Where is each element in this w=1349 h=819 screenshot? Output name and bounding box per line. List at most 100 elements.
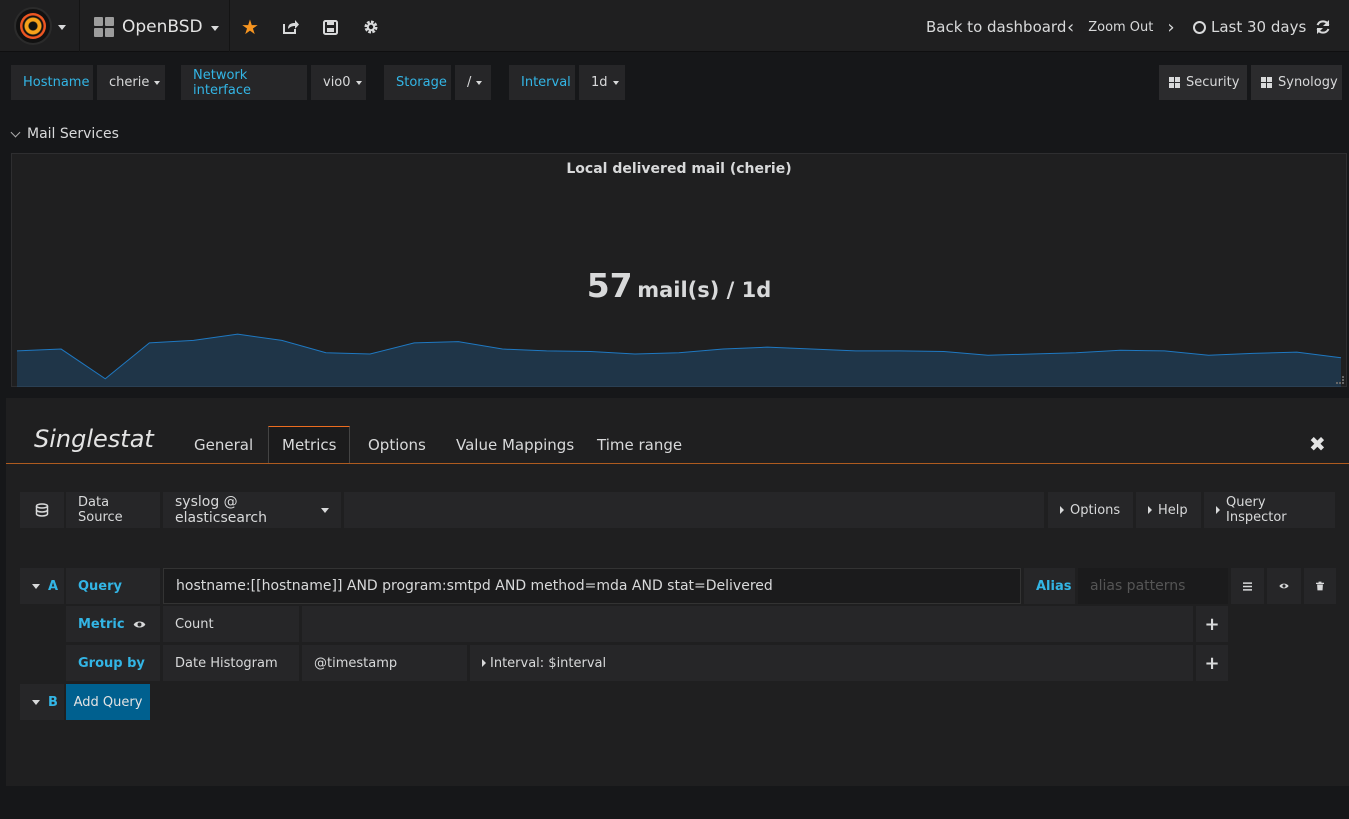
stat-value: 57 mail(s) / 1d — [12, 266, 1346, 305]
var-value: cherie — [109, 75, 150, 90]
var-label-hostname: Hostname — [11, 65, 93, 100]
settings-gear-icon[interactable] — [363, 13, 379, 41]
chevron-down-icon — [210, 26, 219, 31]
var-select-hostname[interactable]: cherie — [97, 65, 165, 100]
var-label-network-interface: Network interface — [181, 65, 307, 100]
group-by-label: Group by — [66, 645, 160, 681]
tab-metrics[interactable]: Metrics — [268, 426, 351, 464]
sparkline-area — [17, 334, 1341, 387]
help-toggle-button[interactable]: Help — [1136, 492, 1201, 528]
chevron-down-icon — [321, 507, 329, 513]
data-source-value: syslog @ elasticsearch — [175, 494, 267, 526]
alias-label: Alias — [1024, 568, 1075, 604]
chevron-down-icon[interactable] — [58, 25, 66, 30]
query-label: Query — [66, 568, 160, 604]
top-navbar: OpenBSD ★ Back to dashboard ‹ Zoom Out ›… — [0, 0, 1349, 52]
clock-icon — [1193, 20, 1206, 34]
var-label-storage: Storage — [384, 65, 451, 100]
metric-label: Metric — [78, 616, 125, 632]
dashboard-picker[interactable]: OpenBSD — [94, 14, 219, 40]
zoom-out-button[interactable]: Zoom Out — [1088, 20, 1153, 35]
dashboard-tiles-icon — [1169, 77, 1180, 88]
chevron-down-icon — [355, 80, 362, 85]
close-icon[interactable]: ✖ — [1309, 432, 1326, 456]
time-range-label: Last 30 days — [1211, 18, 1307, 36]
query-b-collapse[interactable]: B — [20, 684, 64, 720]
chevron-right-icon[interactable]: › — [1167, 17, 1174, 38]
interval-label: Interval: $interval — [490, 655, 607, 671]
var-value: / — [467, 75, 472, 90]
row-title: Mail Services — [27, 126, 119, 142]
query-a-collapse[interactable]: A — [20, 568, 64, 604]
query-ref: B — [48, 694, 58, 710]
eye-icon[interactable] — [133, 620, 146, 629]
data-source-filler — [344, 492, 1044, 528]
help-label: Help — [1158, 502, 1188, 518]
back-to-dashboard-button[interactable]: Back to dashboard — [926, 14, 1066, 40]
chevron-right-icon — [482, 659, 486, 667]
chevron-down-icon — [32, 699, 40, 705]
security-dashboard-link[interactable]: Security — [1159, 65, 1247, 100]
database-icon — [20, 492, 64, 528]
chevron-down-icon — [10, 127, 21, 137]
dashboard-title: OpenBSD — [122, 17, 203, 37]
stat-number: 57 — [586, 266, 633, 305]
var-select-storage[interactable]: / — [455, 65, 491, 100]
group-by-field-select[interactable]: @timestamp — [302, 645, 467, 681]
chevron-left-icon[interactable]: ‹ — [1067, 17, 1074, 38]
var-label-interval: Interval — [509, 65, 575, 100]
options-label: Options — [1070, 502, 1121, 518]
grafana-logo-icon[interactable] — [14, 7, 52, 45]
add-metric-plus-icon[interactable]: + — [1196, 606, 1228, 642]
singlestat-panel: Local delivered mail (cherie) 57 mail(s)… — [11, 153, 1347, 387]
synology-dashboard-link[interactable]: Synology — [1251, 65, 1342, 100]
alias-input[interactable]: alias patterns — [1078, 568, 1228, 604]
dashboard-tiles-icon — [1261, 77, 1272, 88]
share-icon[interactable] — [282, 13, 299, 41]
eye-icon[interactable] — [1267, 568, 1301, 604]
query-inspector-button[interactable]: Query Inspector — [1204, 492, 1335, 528]
chevron-right-icon — [1216, 506, 1220, 514]
group-by-type-select[interactable]: Date Histogram — [163, 645, 299, 681]
metric-type-select[interactable]: Count — [163, 606, 299, 642]
panel-title[interactable]: Local delivered mail (cherie) — [12, 161, 1346, 177]
chevron-right-icon — [1060, 506, 1064, 514]
tab-options[interactable]: Options — [355, 426, 439, 464]
tab-time-range[interactable]: Time range — [584, 426, 695, 464]
dashboard-grid-icon — [94, 17, 114, 37]
resize-handle-icon[interactable] — [1336, 376, 1344, 384]
add-group-by-plus-icon[interactable]: + — [1196, 645, 1228, 681]
query-ref: A — [48, 578, 59, 594]
chevron-down-icon — [32, 583, 40, 589]
var-value: 1d — [591, 75, 608, 90]
data-source-select[interactable]: syslog @ elasticsearch — [163, 492, 341, 528]
stat-unit: mail(s) / 1d — [637, 278, 772, 302]
metric-label-cell: Metric — [66, 606, 160, 642]
tab-value-mappings[interactable]: Value Mappings — [443, 426, 587, 464]
back-to-dashboard-label: Back to dashboard — [926, 18, 1067, 36]
chevron-down-icon — [154, 80, 161, 85]
sparkline-chart — [16, 333, 1342, 387]
link-label: Synology — [1278, 75, 1338, 90]
chevron-right-icon — [1148, 506, 1152, 514]
group-by-interval-toggle[interactable]: Interval: $interval — [470, 645, 1193, 681]
editor-title: Singlestat — [34, 425, 154, 453]
refresh-icon[interactable] — [1315, 14, 1331, 40]
tab-general[interactable]: General — [181, 426, 266, 464]
trash-icon[interactable] — [1304, 568, 1336, 604]
metric-filler — [302, 606, 1193, 642]
var-select-network-interface[interactable]: vio0 — [311, 65, 366, 100]
chevron-down-icon — [476, 80, 483, 85]
time-picker[interactable]: Last 30 days — [1193, 14, 1306, 40]
zoom-control: ‹ Zoom Out › — [1067, 14, 1175, 40]
menu-icon[interactable] — [1231, 568, 1264, 604]
save-icon[interactable] — [323, 13, 338, 41]
var-value: vio0 — [323, 75, 351, 90]
options-toggle-button[interactable]: Options — [1048, 492, 1133, 528]
row-toggle-mail-services[interactable]: Mail Services — [10, 126, 119, 142]
star-icon[interactable]: ★ — [241, 13, 259, 41]
query-input[interactable]: hostname:[[hostname]] AND program:smtpd … — [163, 568, 1021, 604]
add-query-button[interactable]: Add Query — [66, 684, 150, 720]
data-source-label: Data Source — [66, 492, 160, 528]
var-select-interval[interactable]: 1d — [579, 65, 625, 100]
